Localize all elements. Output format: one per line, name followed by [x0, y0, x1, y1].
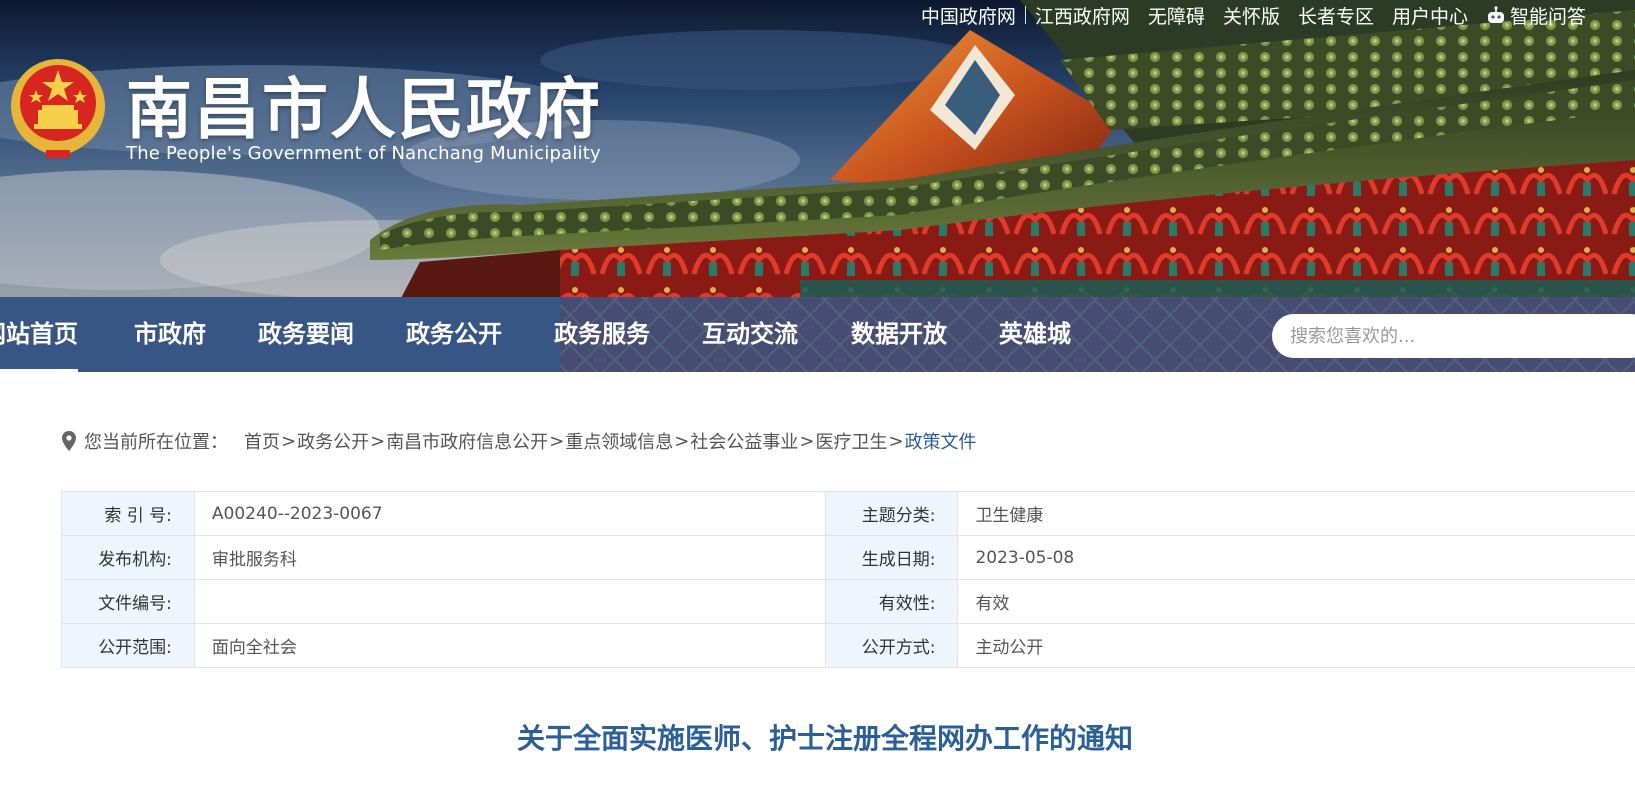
nav-item-interaction[interactable]: 互动交流	[702, 297, 798, 372]
validity-value: 有效	[957, 579, 1635, 624]
publisher-label: 发布机构:	[61, 535, 195, 580]
disclosure-method-value: 主动公开	[957, 623, 1635, 668]
nav-item-government-affairs-disclosure[interactable]: 政务公开	[406, 297, 502, 372]
nav-item-hero-city[interactable]: 英雄城	[999, 297, 1071, 372]
index-number-label: 索 引 号:	[61, 491, 195, 536]
disclosure-scope-value: 面向全社会	[193, 623, 826, 668]
nav-item-government-news[interactable]: 政务要闻	[258, 297, 354, 372]
topic-category-label: 主题分类:	[824, 491, 959, 536]
breadcrumb-separator: >	[370, 430, 386, 452]
nav-item-government-services[interactable]: 政务服务	[554, 297, 650, 372]
national-emblem-icon[interactable]	[8, 56, 108, 160]
publisher-value: 审批服务科	[193, 535, 826, 580]
breadcrumb-separator: >	[888, 430, 904, 452]
breadcrumb-home[interactable]: 首页	[244, 428, 280, 454]
nav-item-home[interactable]: 网站首页	[0, 297, 78, 372]
top-link-user-center[interactable]: 用户中心	[1383, 2, 1477, 29]
table-row: 索 引 号: A00240--2023-0067 主题分类: 卫生健康	[61, 491, 1635, 536]
robot-icon	[1487, 6, 1504, 23]
breadcrumb-label: 您当前所在位置：	[84, 432, 228, 453]
search-input[interactable]	[1272, 314, 1635, 358]
document-number-value	[193, 579, 826, 624]
top-link-elderly-zone[interactable]: 长者专区	[1289, 2, 1383, 29]
topic-category-value: 卫生健康	[957, 491, 1635, 536]
disclosure-scope-label: 公开范围:	[61, 623, 195, 668]
top-link-accessibility[interactable]: 无障碍	[1139, 2, 1214, 29]
breadcrumb-public-welfare[interactable]: 社会公益事业	[690, 428, 798, 454]
document-number-label: 文件编号:	[61, 579, 195, 624]
breadcrumb-info-disclosure[interactable]: 南昌市政府信息公开	[386, 428, 548, 454]
top-link-smart-qa[interactable]: 智能问答	[1477, 2, 1595, 29]
disclosure-method-label: 公开方式:	[824, 623, 959, 668]
site-title[interactable]: 南昌市人民政府	[126, 56, 602, 152]
page: 中国政府网 江西政府网 无障碍 关怀版 长者专区 用户中心 智能问答 南昌市人民…	[0, 0, 1635, 796]
table-row: 公开范围: 面向全社会 公开方式: 主动公开	[61, 623, 1635, 668]
breadcrumb-separator: >	[549, 430, 565, 452]
breadcrumb-separator: >	[281, 430, 297, 452]
top-link-jiangxi-gov[interactable]: 江西政府网	[1026, 2, 1139, 29]
table-row: 发布机构: 审批服务科 生成日期: 2023-05-08	[61, 535, 1635, 580]
table-row: 文件编号: 有效性: 有效	[61, 579, 1635, 624]
nav-item-city-government[interactable]: 市政府	[134, 297, 206, 372]
index-number-value: A00240--2023-0067	[193, 491, 826, 536]
nav-item-open-data[interactable]: 数据开放	[851, 297, 947, 372]
validity-label: 有效性:	[824, 579, 959, 624]
created-date-value: 2023-05-08	[957, 535, 1635, 580]
breadcrumb-government-affairs[interactable]: 政务公开	[297, 428, 369, 454]
smart-qa-label: 智能问答	[1509, 5, 1586, 28]
breadcrumb-policy-documents[interactable]: 政策文件	[905, 428, 977, 454]
breadcrumb-medical-health[interactable]: 医疗卫生	[815, 428, 887, 454]
article-title: 关于全面实施医师、护士注册全程网办工作的通知	[516, 722, 1133, 755]
breadcrumb-key-areas[interactable]: 重点领域信息	[565, 428, 673, 454]
map-pin-icon	[62, 431, 76, 451]
breadcrumb-separator: >	[799, 430, 815, 452]
site-subtitle: The People's Government of Nanchang Muni…	[126, 143, 601, 164]
breadcrumb-separator: >	[674, 430, 690, 452]
top-link-care-version[interactable]: 关怀版	[1214, 2, 1289, 29]
created-date-label: 生成日期:	[824, 535, 959, 580]
top-links-bar: 中国政府网 江西政府网 无障碍 关怀版 长者专区 用户中心 智能问答	[912, 2, 1595, 28]
document-info-table: 索 引 号: A00240--2023-0067 主题分类: 卫生健康 发布机构…	[61, 491, 1635, 668]
top-link-gov-cn[interactable]: 中国政府网	[912, 2, 1025, 29]
breadcrumb: 您当前所在位置： 首页 > 政务公开 > 南昌市政府信息公开 > 重点领域信息 …	[62, 428, 977, 454]
